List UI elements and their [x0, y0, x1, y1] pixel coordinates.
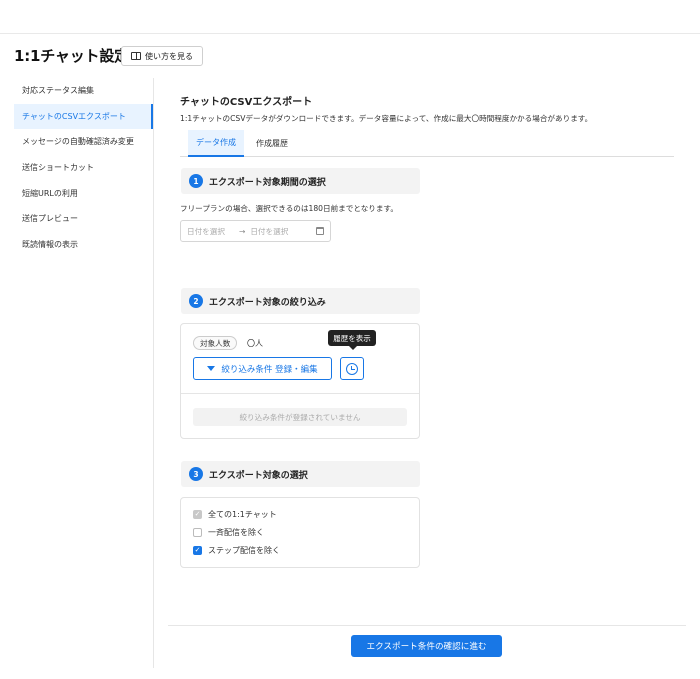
tab-bar: データ作成 作成履歴 — [180, 130, 674, 157]
checkbox-exclude-step[interactable]: ✓ — [193, 546, 202, 555]
clock-icon — [346, 362, 358, 375]
step2-number: 2 — [189, 294, 203, 308]
option-exclude-step[interactable]: ✓ ステップ配信を除く — [193, 545, 280, 556]
option-exclude-broadcast-label: 一斉配信を除く — [208, 528, 264, 537]
filter-edit-button[interactable]: 絞り込み条件 登録・編集 — [193, 357, 332, 380]
history-tooltip: 履歴を表示 — [328, 330, 376, 350]
step1-number: 1 — [189, 174, 203, 188]
sidebar-item-read-info[interactable]: 既読情報の表示 — [14, 232, 153, 258]
sidebar-item-auto-read[interactable]: メッセージの自動確認済み変更 — [14, 129, 153, 155]
export-target-box: ✓ 全ての1:1チャット 一斉配信を除く ✓ ステップ配信を除く — [180, 497, 420, 568]
start-date-input[interactable]: 日付を選択 — [187, 226, 225, 237]
book-icon — [131, 52, 141, 60]
help-button[interactable]: 使い方を見る — [121, 46, 203, 66]
option-all-chats-label: 全ての1:1チャット — [208, 510, 277, 519]
sidebar-item-short-url[interactable]: 短縮URLの利用 — [14, 180, 153, 206]
option-exclude-broadcast[interactable]: 一斉配信を除く — [193, 527, 264, 538]
divider — [181, 393, 419, 394]
step1-header: 1 エクスポート対象期間の選択 — [181, 168, 420, 194]
option-exclude-step-label: ステップ配信を除く — [208, 546, 280, 555]
checkbox-exclude-broadcast[interactable] — [193, 528, 202, 537]
calendar-icon — [316, 227, 324, 235]
top-bar — [0, 0, 700, 34]
empty-filter-message: 絞り込み条件が登録されていません — [193, 408, 407, 426]
main-content: チャットのCSVエクスポート 1:1チャットのCSVデータがダウンロードできます… — [154, 78, 700, 679]
step3-title: エクスポート対象の選択 — [209, 470, 308, 481]
sidebar-item-csv-export[interactable]: チャットのCSVエクスポート — [14, 103, 153, 130]
section-description: 1:1チャットのCSVデータがダウンロードできます。データ容量によって、作成に最… — [180, 114, 593, 123]
checkbox-all-chats: ✓ — [193, 510, 202, 519]
filter-edit-label: 絞り込み条件 登録・編集 — [221, 364, 318, 375]
arrow-right-icon: → — [238, 226, 246, 236]
footer-divider — [168, 625, 686, 626]
tab-data-create[interactable]: データ作成 — [188, 130, 244, 157]
filter-icon — [207, 366, 216, 371]
step2-title: エクスポート対象の絞り込み — [209, 297, 326, 308]
proceed-button[interactable]: エクスポート条件の確認に進む — [351, 635, 502, 657]
sidebar-item-status-edit[interactable]: 対応ステータス編集 — [14, 78, 153, 104]
step3-number: 3 — [189, 467, 203, 481]
target-count-value: 〇人 — [247, 339, 263, 348]
settings-sidebar: 対応ステータス編集 チャットのCSVエクスポート メッセージの自動確認済み変更 … — [14, 78, 154, 668]
history-button[interactable] — [340, 357, 364, 380]
section-title: チャットのCSVエクスポート — [180, 97, 313, 108]
step1-title: エクスポート対象期間の選択 — [209, 177, 326, 188]
help-button-label: 使い方を見る — [145, 51, 193, 61]
target-count-badge: 対象人数 — [193, 336, 238, 350]
tab-history[interactable]: 作成履歴 — [244, 130, 300, 157]
date-range-picker[interactable]: 日付を選択 → 日付を選択 — [180, 220, 331, 242]
filter-box: 対象人数 〇人 履歴を表示 絞り込み条件 登録・編集 絞り込み条件が登録されてい… — [180, 323, 420, 439]
step2-header: 2 エクスポート対象の絞り込み — [181, 288, 420, 314]
page-title: 1:1チャット設定 — [14, 47, 129, 65]
end-date-input[interactable]: 日付を選択 — [250, 226, 288, 237]
plan-note: フリープランの場合、選択できるのは180日前までとなります。 — [180, 204, 398, 213]
option-all-chats: ✓ 全ての1:1チャット — [193, 509, 277, 520]
step3-header: 3 エクスポート対象の選択 — [181, 461, 420, 487]
sidebar-item-send-shortcut[interactable]: 送信ショートカット — [14, 155, 153, 181]
sidebar-item-send-preview[interactable]: 送信プレビュー — [14, 206, 153, 232]
